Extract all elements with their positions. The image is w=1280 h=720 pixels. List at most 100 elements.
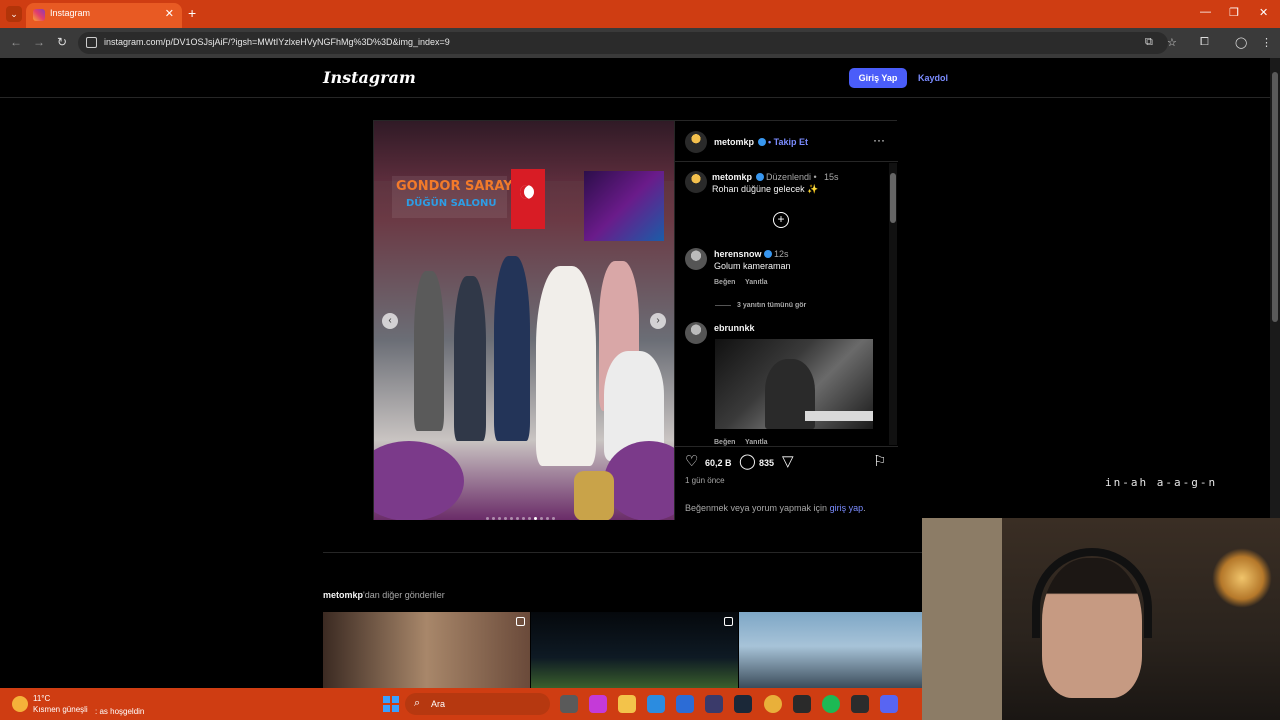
tab-instagram[interactable]: Instagram ✕ bbox=[26, 3, 182, 28]
more-posts-heading: metomkp'dan diğer gönderiler bbox=[323, 590, 445, 600]
chrome-icon[interactable] bbox=[764, 695, 782, 713]
more-post-thumb[interactable] bbox=[739, 612, 922, 688]
minimize-icon[interactable]: — bbox=[1200, 6, 1211, 18]
post-photo[interactable]: GONDOR SARAY DÜĞÜN SALONU ‹ › bbox=[374, 121, 674, 520]
carousel-dots bbox=[486, 507, 558, 520]
login-button[interactable]: Giriş Yap bbox=[849, 68, 907, 88]
verified-icon bbox=[756, 173, 764, 181]
url-field[interactable]: instagram.com/p/DV1OSJsjAiF/?igsh=MWtIYz… bbox=[78, 32, 1168, 54]
load-more-comments-icon[interactable]: + bbox=[773, 212, 789, 228]
chrome-menu-icon[interactable]: ⋮ bbox=[1261, 36, 1272, 49]
section-divider bbox=[323, 552, 923, 553]
carousel-dot bbox=[492, 517, 495, 520]
browser-tab-strip: ⌄ Instagram ✕ + — ❐ ✕ bbox=[0, 0, 1280, 28]
follow-link[interactable]: • Takip Et bbox=[768, 137, 808, 147]
more-post-thumb[interactable] bbox=[323, 612, 530, 688]
photo-sign-line1: GONDOR SARAY bbox=[396, 179, 513, 194]
app-icon[interactable] bbox=[851, 695, 869, 713]
more-options-icon[interactable]: ··· bbox=[873, 133, 885, 147]
comments-scrollbar[interactable] bbox=[889, 163, 897, 445]
like-heart-icon[interactable]: ♡ bbox=[685, 452, 698, 470]
carousel-dot bbox=[552, 517, 555, 520]
comment-gif[interactable] bbox=[715, 339, 873, 429]
reload-icon[interactable]: ↻ bbox=[57, 35, 67, 49]
app-icon[interactable] bbox=[705, 695, 723, 713]
store-icon[interactable] bbox=[676, 695, 694, 713]
share-icon[interactable]: ▽ bbox=[782, 452, 794, 470]
carousel-prev-icon[interactable]: ‹ bbox=[382, 313, 398, 329]
photo-person bbox=[414, 271, 444, 431]
instagram-logo[interactable]: Instagram bbox=[323, 68, 416, 87]
app-icon[interactable] bbox=[793, 695, 811, 713]
file-explorer-icon[interactable] bbox=[618, 695, 636, 713]
more-posts-user[interactable]: metomkp bbox=[323, 590, 363, 600]
tab-title: Instagram bbox=[50, 8, 91, 18]
weather-description[interactable]: Kısmen güneşli bbox=[33, 705, 88, 714]
carousel-dot bbox=[534, 517, 537, 520]
carousel-dot bbox=[522, 517, 525, 520]
carousel-dot bbox=[510, 517, 513, 520]
comment-like-button[interactable]: Beğen bbox=[714, 279, 735, 286]
site-info-icon[interactable] bbox=[86, 37, 97, 48]
tab-close-icon[interactable]: ✕ bbox=[165, 7, 174, 20]
new-tab-icon[interactable]: + bbox=[188, 5, 196, 21]
discord-icon[interactable] bbox=[880, 695, 898, 713]
webcam-headset bbox=[1032, 548, 1152, 638]
verified-icon bbox=[758, 138, 766, 146]
tab-search-icon[interactable]: ⌄ bbox=[6, 6, 22, 22]
comment-like-button[interactable]: Beğen bbox=[714, 439, 735, 446]
save-bookmark-icon[interactable]: ⚐ bbox=[873, 452, 886, 470]
edge-icon[interactable] bbox=[647, 695, 665, 713]
more-posts-suffix: 'dan diğer gönderiler bbox=[363, 590, 445, 600]
carousel-next-icon[interactable]: › bbox=[650, 313, 666, 329]
comment-avatar[interactable] bbox=[685, 322, 707, 344]
steam-icon[interactable] bbox=[734, 695, 752, 713]
copilot-icon[interactable] bbox=[589, 695, 607, 713]
photo-flag-crescent bbox=[520, 185, 534, 199]
comment-text: Golum kameraman bbox=[714, 261, 791, 271]
comment-reply-button[interactable]: Yanıtla bbox=[745, 279, 768, 286]
close-window-icon[interactable]: ✕ bbox=[1259, 6, 1268, 19]
comment-username[interactable]: ebrunnkk bbox=[714, 323, 755, 333]
caption-text: Rohan düğüne gelecek ✨ bbox=[712, 184, 819, 194]
view-replies-button[interactable]: 3 yanıtın tümünü gör bbox=[737, 302, 806, 309]
taskbar: 11°C Kısmen güneşli : as hoşgeldin ⌕ Ara bbox=[0, 688, 922, 720]
webcam-door bbox=[922, 518, 1002, 720]
comment-username[interactable]: herensnow bbox=[714, 249, 762, 259]
author-avatar[interactable] bbox=[685, 131, 707, 153]
profile-icon[interactable]: ◯ bbox=[1235, 36, 1247, 49]
install-app-icon[interactable]: ⧉ bbox=[1145, 36, 1153, 49]
back-icon[interactable]: ← bbox=[10, 35, 22, 49]
comment-bubble-icon[interactable]: ◯ bbox=[739, 452, 756, 470]
page-scrollbar-thumb[interactable] bbox=[1272, 72, 1278, 322]
restore-icon[interactable]: ❐ bbox=[1229, 6, 1239, 19]
comments-scrollbar-thumb[interactable] bbox=[890, 173, 896, 223]
spotify-icon[interactable] bbox=[822, 695, 840, 713]
likes-count: 60,2 B bbox=[705, 458, 732, 468]
forward-icon[interactable]: → bbox=[33, 35, 45, 49]
caption-username[interactable]: metomkp bbox=[712, 172, 752, 182]
login-prompt-link[interactable]: giriş yap bbox=[830, 503, 864, 513]
taskbar-search[interactable]: ⌕ Ara bbox=[405, 693, 550, 715]
caption-avatar[interactable] bbox=[685, 171, 707, 193]
weather-sun-icon[interactable] bbox=[12, 696, 28, 712]
post-time: 1 gün önce bbox=[685, 476, 725, 485]
more-post-thumb[interactable] bbox=[531, 612, 738, 688]
comment-time: 12s bbox=[774, 249, 789, 259]
comment-avatar[interactable] bbox=[685, 248, 707, 270]
weather-temperature[interactable]: 11°C bbox=[33, 694, 50, 703]
carousel-dot bbox=[504, 517, 507, 520]
task-view-icon[interactable] bbox=[560, 695, 578, 713]
windows-start-icon[interactable] bbox=[383, 696, 399, 712]
post-action-bar: ♡ 60,2 B ◯ 835 ▽ ⚐ 1 gün önce Beğenmek v… bbox=[675, 446, 898, 520]
signup-link[interactable]: Kaydol bbox=[918, 73, 948, 83]
comment-reply-button[interactable]: Yanıtla bbox=[745, 439, 768, 446]
carousel-dot bbox=[546, 517, 549, 520]
bookmark-star-icon[interactable]: ☆ bbox=[1167, 36, 1177, 49]
carousel-post-icon bbox=[724, 617, 733, 626]
carousel-dot bbox=[486, 517, 489, 520]
extensions-icon[interactable]: ⧠ bbox=[1200, 36, 1209, 49]
photo-sign-line2: DÜĞÜN SALONU bbox=[406, 198, 497, 209]
carousel-dot bbox=[516, 517, 519, 520]
author-username[interactable]: metomkp bbox=[714, 137, 754, 147]
